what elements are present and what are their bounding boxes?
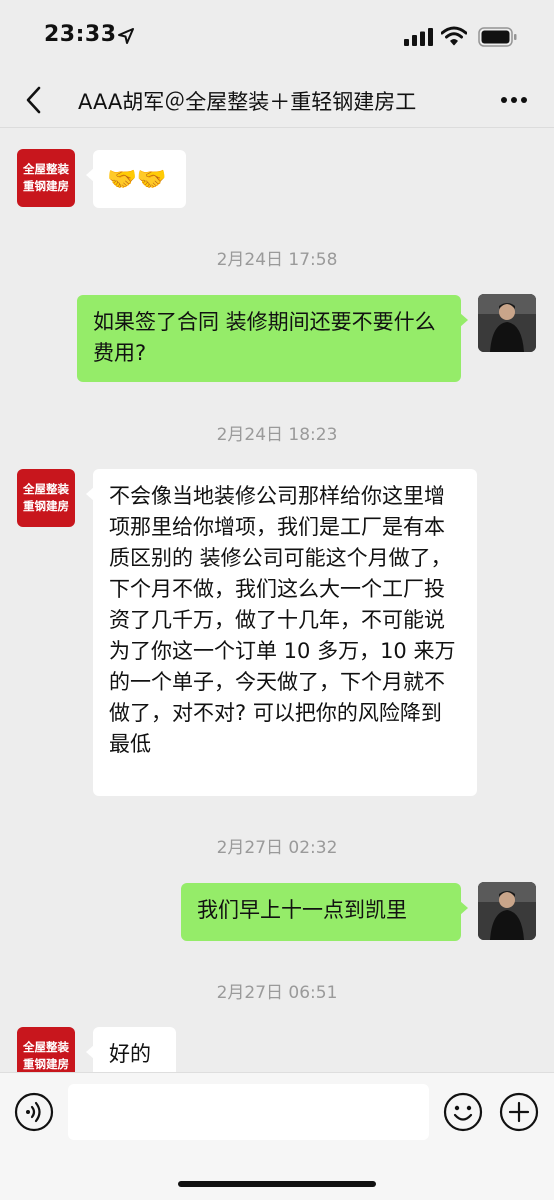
user-portrait-icon [478, 294, 536, 352]
status-time: 23:33 [44, 22, 117, 47]
plus-button[interactable] [499, 1092, 539, 1132]
location-arrow-icon [118, 28, 134, 44]
signal-icon [404, 28, 433, 46]
message-timestamp: 2月27日 06:51 [216, 983, 338, 1003]
user-avatar[interactable] [478, 882, 536, 940]
message-text: 如果签了合同 装修期间还要不要什么费用? [93, 310, 436, 365]
emoji-button[interactable] [443, 1092, 483, 1132]
plus-icon [499, 1092, 539, 1132]
more-dots-icon [501, 97, 527, 103]
message-text: 🤝🤝 [107, 165, 167, 193]
battery-icon [478, 27, 517, 47]
message-list[interactable]: 全屋整装 重钢建房 🤝🤝 2月24日 17:58 如果签了合同 装修期间还要不要… [0, 129, 554, 1072]
message-text: 好的 [109, 1042, 151, 1066]
contact-avatar[interactable]: 全屋整装 重钢建房 [17, 1027, 75, 1072]
message-bubble-outgoing[interactable]: 如果签了合同 装修期间还要不要什么费用? [77, 295, 468, 382]
home-indicator[interactable] [178, 1181, 376, 1187]
back-button[interactable] [16, 82, 50, 118]
message-bubble-incoming[interactable]: 好的 [86, 1027, 176, 1072]
message-timestamp: 2月27日 02:32 [216, 838, 338, 858]
message-text: 我们早上十一点到凯里 [197, 898, 407, 922]
contact-avatar[interactable]: 全屋整装 重钢建房 [17, 469, 75, 527]
contact-avatar[interactable]: 全屋整装 重钢建房 [17, 149, 75, 207]
message-input[interactable] [68, 1084, 429, 1140]
user-portrait-icon [478, 882, 536, 940]
message-timestamp: 2月24日 18:23 [216, 425, 338, 445]
back-chevron-icon [26, 86, 41, 114]
status-bar: 23:33 [0, 0, 554, 72]
more-button[interactable] [494, 86, 534, 114]
voice-icon [14, 1092, 54, 1132]
voice-button[interactable] [14, 1092, 54, 1132]
message-bubble-incoming[interactable]: 不会像当地装修公司那样给你这里增项那里给你增项，我们是工厂是有本质区别的 装修公… [86, 469, 477, 796]
chat-title: AAA胡军＠全屋整装＋重轻钢建房工 [78, 90, 417, 114]
wifi-icon [441, 26, 467, 46]
message-bubble-outgoing[interactable]: 我们早上十一点到凯里 [181, 883, 468, 941]
message-timestamp: 2月24日 17:58 [216, 250, 338, 270]
chat-header: AAA胡军＠全屋整装＋重轻钢建房工 [0, 72, 554, 128]
user-avatar[interactable] [478, 294, 536, 352]
emoji-icon [443, 1092, 483, 1132]
message-text: 不会像当地装修公司那样给你这里增项那里给你增项，我们是工厂是有本质区别的 装修公… [109, 484, 456, 756]
message-bubble-incoming[interactable]: 🤝🤝 [86, 150, 186, 208]
